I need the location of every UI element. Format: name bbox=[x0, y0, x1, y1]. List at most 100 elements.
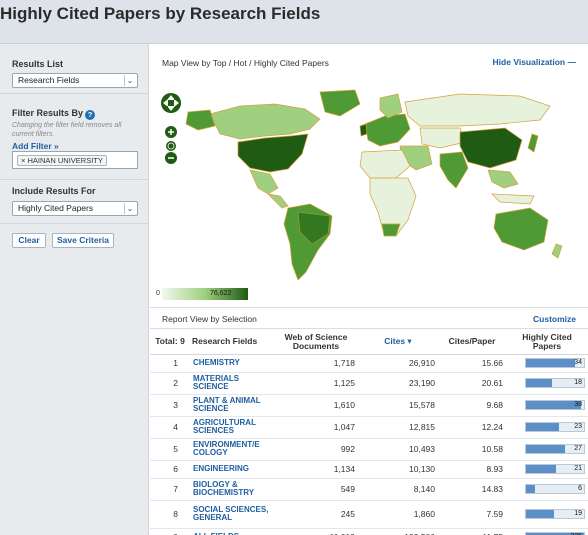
table-row[interactable]: 6 ENGINEERING 1,134 10,130 8.93 21 bbox=[150, 460, 588, 479]
report-table-wrap: Total: 9 Research Fields Web of Science … bbox=[150, 330, 588, 535]
chevron-down-icon: ⌄ bbox=[124, 203, 135, 214]
cites-per-paper-cell: 15.66 bbox=[438, 354, 506, 373]
col-cites-per-paper[interactable]: Cites/Paper bbox=[438, 330, 506, 355]
hcp-bar[interactable]: 23 bbox=[525, 422, 585, 432]
map-country-japan bbox=[527, 133, 539, 153]
customize-link[interactable]: Customize bbox=[533, 314, 576, 324]
rank-cell: 7 bbox=[150, 478, 190, 501]
report-bar: Report View by Selection Customize bbox=[150, 309, 588, 329]
research-field-link[interactable]: AGRICULTURAL SCIENCES bbox=[190, 416, 274, 439]
table-row[interactable]: 0ALL FIELDS11,019129,50611.75225 bbox=[150, 528, 588, 535]
map-country-central-america bbox=[266, 193, 289, 209]
wos-documents-cell: 1,134 bbox=[274, 460, 358, 479]
hcp-bar-value: 34 bbox=[574, 359, 582, 366]
hide-visualization-link[interactable]: Hide Visualization — bbox=[493, 57, 576, 67]
map-zoom-controls[interactable] bbox=[160, 92, 182, 164]
map-country-russia bbox=[404, 93, 551, 127]
hcp-bar-value: 27 bbox=[574, 445, 582, 452]
map-country-central-asia bbox=[419, 127, 467, 149]
col-cites[interactable]: Cites ▾ bbox=[358, 330, 438, 355]
research-field-link[interactable]: ENGINEERING bbox=[190, 460, 274, 479]
results-list-select[interactable]: Research Fields ⌄ bbox=[12, 73, 138, 88]
world-map[interactable] bbox=[170, 84, 570, 284]
page-header: Highly Cited Papers by Research Fields bbox=[0, 0, 588, 44]
sidebar: Results List Research Fields ⌄ Filter Re… bbox=[0, 44, 149, 535]
table-row[interactable]: 1 CHEMISTRY 1,718 26,910 15.66 34 bbox=[150, 354, 588, 373]
hcp-bar-fill bbox=[526, 401, 582, 409]
map-country-alaska bbox=[185, 109, 216, 131]
wos-documents-cell: 1,047 bbox=[274, 416, 358, 439]
col-research-fields[interactable]: Research Fields bbox=[190, 330, 274, 355]
highly-cited-cell: 6 bbox=[506, 478, 588, 501]
results-list-label: Results List bbox=[12, 59, 64, 69]
add-filter-link[interactable]: Add Filter » bbox=[12, 141, 59, 151]
map-country-india bbox=[439, 151, 469, 189]
table-row[interactable]: 4 AGRICULTURAL SCIENCES 1,047 12,815 12.24 23 bbox=[150, 416, 588, 439]
table-row[interactable]: 8 SOCIAL SCIENCES, GENERAL 245 1,860 7.59 19 bbox=[150, 500, 588, 529]
cites-cell: 12,815 bbox=[358, 416, 438, 439]
report-table-body: 1 CHEMISTRY 1,718 26,910 15.66 34 2 MATERIALS S… bbox=[150, 354, 588, 535]
table-row[interactable]: 2 MATERIALS SCIENCE 1,125 23,190 20.61 18 bbox=[150, 372, 588, 395]
hcp-bar[interactable]: 34 bbox=[525, 358, 585, 368]
cites-per-paper-cell: 10.58 bbox=[438, 438, 506, 461]
clear-button[interactable]: Clear bbox=[12, 233, 46, 248]
hcp-bar[interactable]: 38 bbox=[525, 400, 585, 410]
filter-label: Filter Results By? bbox=[12, 108, 96, 120]
wos-documents-cell: 1,125 bbox=[274, 372, 358, 395]
highly-cited-cell: 27 bbox=[506, 438, 588, 461]
cites-cell: 26,910 bbox=[358, 354, 438, 373]
hcp-bar[interactable]: 19 bbox=[525, 509, 585, 519]
filter-label-text: Filter Results By bbox=[12, 108, 84, 118]
research-field-link[interactable]: ALL FIELDS bbox=[190, 528, 274, 535]
include-label: Include Results For bbox=[12, 186, 96, 196]
map-panel: Map View by Top / Hot / Highly Cited Pap… bbox=[150, 44, 588, 308]
hcp-bar[interactable]: 27 bbox=[525, 444, 585, 454]
cites-cell: 15,578 bbox=[358, 394, 438, 417]
cites-cell: 10,493 bbox=[358, 438, 438, 461]
report-table: Total: 9 Research Fields Web of Science … bbox=[150, 330, 588, 535]
col-highly-cited[interactable]: Highly Cited Papers bbox=[506, 330, 588, 355]
hcp-bar-fill bbox=[526, 485, 535, 493]
cites-per-paper-cell: 9.68 bbox=[438, 394, 506, 417]
include-section: Include Results For Highly Cited Papers … bbox=[0, 180, 149, 224]
wos-documents-cell: 11,019 bbox=[274, 528, 358, 535]
research-field-link[interactable]: PLANT & ANIMAL SCIENCE bbox=[190, 394, 274, 417]
highly-cited-cell: 225 bbox=[506, 528, 588, 535]
map-country-australia bbox=[493, 207, 549, 251]
research-field-link[interactable]: ENVIRONMENT/E COLOGY bbox=[190, 438, 274, 461]
wos-documents-cell: 549 bbox=[274, 478, 358, 501]
wos-documents-cell: 245 bbox=[274, 500, 358, 529]
research-field-link[interactable]: SOCIAL SCIENCES, GENERAL bbox=[190, 500, 274, 529]
wos-documents-cell: 992 bbox=[274, 438, 358, 461]
globe-icon bbox=[166, 141, 176, 151]
map-country-southeast-asia bbox=[487, 169, 519, 189]
hcp-bar-fill bbox=[526, 423, 560, 431]
col-wos-documents[interactable]: Web of Science Documents bbox=[274, 330, 358, 355]
research-field-link[interactable]: MATERIALS SCIENCE bbox=[190, 372, 274, 395]
hcp-bar[interactable]: 6 bbox=[525, 484, 585, 494]
research-field-link[interactable]: BIOLOGY & BIOCHEMISTRY bbox=[190, 478, 274, 501]
table-row[interactable]: 3 PLANT & ANIMAL SCIENCE 1,610 15,578 9.68 38 bbox=[150, 394, 588, 417]
filter-note: Changing the filter field removes all cu… bbox=[12, 122, 122, 138]
hcp-bar-fill bbox=[526, 445, 566, 453]
rank-cell: 0 bbox=[150, 528, 190, 535]
cites-cell: 1,860 bbox=[358, 500, 438, 529]
table-row[interactable]: 5 ENVIRONMENT/E COLOGY 992 10,493 10.58 27 bbox=[150, 438, 588, 461]
filter-chip[interactable]: × HAINAN UNIVERSITY bbox=[17, 155, 107, 166]
include-select[interactable]: Highly Cited Papers ⌄ bbox=[12, 201, 138, 216]
hcp-bar[interactable]: 18 bbox=[525, 378, 585, 388]
highly-cited-cell: 23 bbox=[506, 416, 588, 439]
hcp-bar-value: 38 bbox=[574, 401, 582, 408]
save-criteria-button[interactable]: Save Criteria bbox=[52, 233, 114, 248]
report-title: Report View by Selection bbox=[162, 314, 257, 324]
cites-cell: 10,130 bbox=[358, 460, 438, 479]
research-field-link[interactable]: CHEMISTRY bbox=[190, 354, 274, 373]
table-row[interactable]: 7 BIOLOGY & BIOCHEMISTRY 549 8,140 14.83 6 bbox=[150, 478, 588, 501]
cites-cell: 8,140 bbox=[358, 478, 438, 501]
help-icon[interactable]: ? bbox=[85, 110, 96, 120]
cites-per-paper-cell: 20.61 bbox=[438, 372, 506, 395]
hcp-bar[interactable]: 21 bbox=[525, 464, 585, 474]
highly-cited-cell: 21 bbox=[506, 460, 588, 479]
include-value: Highly Cited Papers bbox=[18, 203, 94, 213]
rank-cell: 1 bbox=[150, 354, 190, 373]
